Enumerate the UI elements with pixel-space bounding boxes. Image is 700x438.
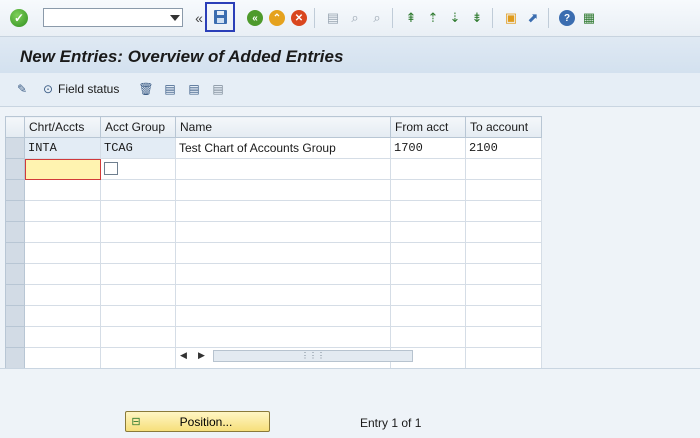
table-row [5, 179, 542, 201]
help-icon[interactable]: ? [558, 9, 576, 27]
row-selector[interactable] [5, 179, 25, 201]
table-row [5, 284, 542, 306]
cell-name[interactable]: Test Chart of Accounts Group [175, 137, 391, 159]
scroll-right-icon[interactable]: ▶ [198, 350, 205, 361]
previous-page-icon[interactable]: ⇡ [424, 9, 442, 27]
row-selector[interactable] [5, 284, 25, 306]
table-cell[interactable] [465, 158, 542, 180]
first-page-icon[interactable]: ⇞ [402, 9, 420, 27]
table-row: INTA TCAG Test Chart of Accounts Group 1… [5, 137, 542, 159]
next-page-icon[interactable]: ⇣ [446, 9, 464, 27]
exit-icon[interactable]: ⌃ [268, 9, 286, 27]
enter-icon[interactable]: ✓ [10, 9, 28, 27]
chevron-down-icon[interactable] [170, 15, 180, 21]
table-cell[interactable] [175, 158, 391, 180]
table-row [5, 158, 542, 180]
scroll-left-icon[interactable]: ◀ [180, 350, 187, 361]
create-session-icon[interactable]: ▣ [502, 9, 520, 27]
row-selector[interactable] [5, 347, 25, 369]
table-row [5, 200, 542, 222]
column-header[interactable]: To account [465, 116, 542, 138]
find-icon[interactable]: ⌕ [346, 9, 364, 27]
table-header: Chrt/Accts Acct Group Name From acct To … [5, 116, 542, 138]
scroll-thumb[interactable]: ⋮⋮⋮ [213, 350, 413, 362]
application-toolbar: ✎ ⊙ Field status 🗑 ▤ ▤ ▤ [0, 73, 700, 107]
row-selector[interactable] [5, 326, 25, 348]
entry-counter: Entry 1 of 1 [360, 416, 422, 430]
row-selector[interactable] [5, 263, 25, 285]
column-header[interactable]: Chrt/Accts [24, 116, 101, 138]
row-selector[interactable] [5, 200, 25, 222]
table-row [5, 305, 542, 327]
table-row [5, 221, 542, 243]
last-page-icon[interactable]: ⇟ [468, 9, 486, 27]
table-row [5, 263, 542, 285]
position-icon: ⊟ [131, 416, 141, 428]
cancel-icon[interactable]: ✕ [290, 9, 308, 27]
cell-to-account[interactable]: 2100 [465, 137, 542, 159]
shortcut-icon[interactable]: ⬈ [524, 9, 542, 27]
row-selector[interactable] [5, 242, 25, 264]
entries-table: Chrt/Accts Acct Group Name From acct To … [5, 116, 542, 369]
column-header[interactable]: Name [175, 116, 391, 138]
command-input[interactable] [44, 9, 168, 26]
cell-acct-group[interactable]: TCAG [100, 137, 176, 159]
row-selector[interactable] [5, 305, 25, 327]
find-next-icon[interactable]: ⌕ [368, 9, 386, 27]
position-button[interactable]: ⊟ Position... [125, 411, 270, 432]
table-cell[interactable] [390, 158, 466, 180]
footer-area [0, 368, 700, 438]
delete-icon[interactable]: 🗑 [138, 81, 154, 97]
page-title: New Entries: Overview of Added Entries [20, 47, 344, 66]
select-all-cell[interactable] [5, 116, 25, 138]
cell-chrt-accts[interactable]: INTA [24, 137, 101, 159]
row-selector[interactable] [5, 221, 25, 243]
command-field[interactable] [43, 8, 183, 27]
save-button[interactable] [205, 2, 235, 32]
save-icon [214, 10, 227, 24]
column-header[interactable]: Acct Group [100, 116, 176, 138]
print-icon[interactable]: ▤ [324, 9, 342, 27]
chrt-accts-input[interactable] [24, 158, 101, 180]
value-help-icon[interactable] [104, 162, 118, 176]
system-toolbar: ✓ « « ⌃ ✕ ▤ ⌕ ⌕ ⇞ ⇡ ⇣ ⇟ ▣ ⬈ ? ▦ [0, 0, 700, 37]
column-header[interactable]: From acct [390, 116, 466, 138]
position-label: Position... [179, 414, 233, 429]
select-block-icon[interactable]: ▤ [186, 81, 202, 97]
horizontal-scrollbar[interactable]: ◀ ▶ ⋮⋮⋮ [176, 349, 416, 363]
table-row [5, 242, 542, 264]
display-change-icon[interactable]: ✎ [14, 81, 30, 97]
row-selector[interactable] [5, 158, 25, 180]
customize-icon[interactable]: ▦ [580, 9, 598, 27]
deselect-all-icon[interactable]: ▤ [210, 81, 226, 97]
select-all-icon[interactable]: ▤ [162, 81, 178, 97]
field-status-icon[interactable]: ⊙ [40, 81, 56, 97]
cell-from-acct[interactable]: 1700 [390, 137, 466, 159]
table-cell[interactable] [100, 158, 176, 180]
field-status-button[interactable]: Field status [58, 82, 119, 96]
row-selector[interactable] [5, 137, 25, 159]
title-bar: New Entries: Overview of Added Entries [0, 37, 700, 73]
back-icon[interactable]: « [246, 9, 264, 27]
table-row [5, 326, 542, 348]
